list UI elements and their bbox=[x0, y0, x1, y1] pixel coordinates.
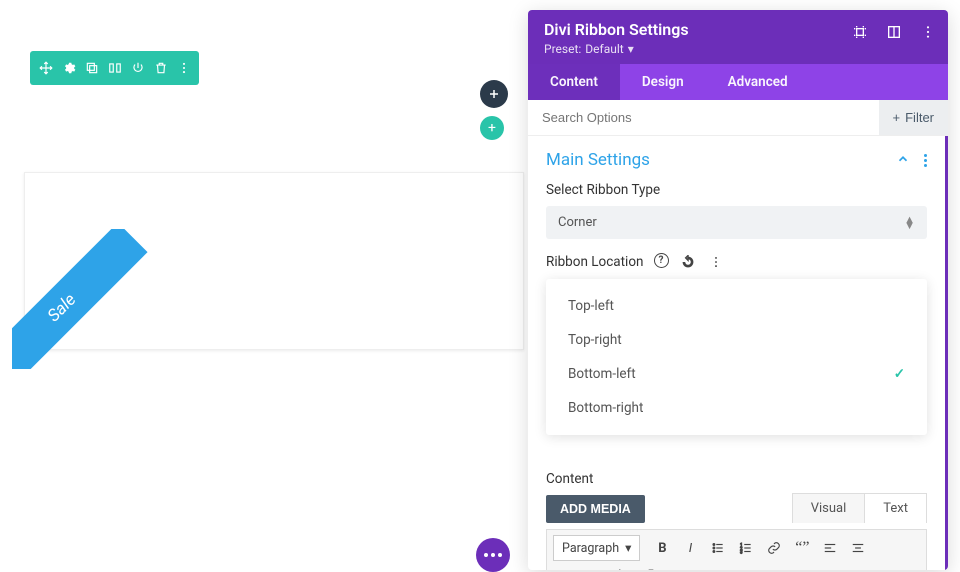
tab-advanced[interactable]: Advanced bbox=[706, 64, 810, 100]
chevron-down-icon: ▾ bbox=[628, 42, 634, 56]
ribbon-type-select[interactable]: Corner ▲▼ bbox=[546, 206, 927, 239]
search-row: + Filter bbox=[528, 100, 948, 136]
number-list-icon[interactable]: 123 bbox=[733, 535, 759, 561]
italic-icon[interactable]: I bbox=[677, 535, 703, 561]
option-bottom-left[interactable]: Bottom-left✓ bbox=[546, 357, 927, 391]
duplicate-icon[interactable] bbox=[80, 55, 103, 81]
outdent-icon[interactable] bbox=[694, 563, 720, 570]
chevron-down-icon: ▾ bbox=[625, 540, 631, 556]
preset-value: Default bbox=[585, 42, 623, 56]
svg-text:3: 3 bbox=[741, 549, 744, 554]
panel-kebab-icon[interactable] bbox=[920, 24, 936, 40]
ribbon-type-field: Select Ribbon Type Corner ▲▼ bbox=[528, 182, 945, 253]
chevron-up-icon[interactable] bbox=[896, 151, 910, 170]
align-center-icon[interactable] bbox=[845, 535, 871, 561]
content-label: Content bbox=[546, 471, 927, 487]
ribbon-type-label: Select Ribbon Type bbox=[546, 182, 927, 198]
ribbon-location-field: Ribbon Location ? Top-left Top-right Bot… bbox=[528, 253, 945, 449]
bullet-list-icon[interactable] bbox=[705, 535, 731, 561]
fab-more-button[interactable] bbox=[476, 538, 510, 572]
target-icon[interactable] bbox=[852, 24, 868, 40]
kebab-icon[interactable] bbox=[172, 55, 195, 81]
add-module-button[interactable]: + bbox=[480, 116, 504, 140]
quote-icon[interactable]: “” bbox=[789, 535, 815, 561]
tab-design[interactable]: Design bbox=[620, 64, 706, 100]
search-input[interactable] bbox=[528, 100, 879, 135]
panel-tabs: Content Design Advanced bbox=[528, 64, 948, 100]
underline-icon[interactable]: U bbox=[582, 563, 608, 570]
panel-body: Main Settings Select Ribbon Type Corner … bbox=[528, 136, 948, 570]
gear-icon[interactable] bbox=[57, 55, 80, 81]
editor-tab-text[interactable]: Text bbox=[865, 494, 926, 523]
plus-icon: + bbox=[893, 110, 901, 125]
ribbon-type-value: Corner bbox=[558, 215, 597, 230]
option-top-left[interactable]: Top-left bbox=[546, 289, 927, 323]
option-top-right[interactable]: Top-right bbox=[546, 323, 927, 357]
preset-selector[interactable]: Preset: Default ▾ bbox=[544, 42, 932, 56]
section-kebab-icon[interactable] bbox=[924, 154, 927, 167]
rich-text-toolbar: Paragraph▾ B I 123 “” ABC U A ▾ bbox=[546, 529, 927, 570]
filter-label: Filter bbox=[905, 110, 934, 125]
clear-format-icon[interactable] bbox=[666, 563, 692, 570]
ribbon-preview: Sale bbox=[12, 229, 152, 369]
option-bottom-right[interactable]: Bottom-right bbox=[546, 391, 927, 425]
section-main-settings[interactable]: Main Settings bbox=[528, 136, 945, 182]
tab-content[interactable]: Content bbox=[528, 64, 620, 100]
ribbon-label: Sale bbox=[12, 229, 148, 369]
content-field: Content ADD MEDIA Visual Text Paragraph▾… bbox=[528, 449, 945, 570]
filter-button[interactable]: + Filter bbox=[879, 100, 948, 135]
preset-label: Preset: bbox=[544, 42, 581, 56]
columns-icon[interactable] bbox=[103, 55, 126, 81]
bold-icon[interactable]: B bbox=[649, 535, 675, 561]
paste-icon[interactable] bbox=[638, 563, 664, 570]
help-icon[interactable]: ? bbox=[654, 253, 669, 268]
ribbon-location-dropdown: Top-left Top-right Bottom-left✓ Bottom-r… bbox=[546, 279, 927, 435]
strikethrough-icon[interactable]: ABC bbox=[554, 563, 580, 570]
fullscreen-icon[interactable] bbox=[750, 563, 776, 570]
panel-header: Divi Ribbon Settings Preset: Default ▾ bbox=[528, 10, 948, 64]
align-left-icon[interactable] bbox=[817, 535, 843, 561]
settings-panel: Divi Ribbon Settings Preset: Default ▾ C… bbox=[528, 10, 948, 570]
link-icon[interactable] bbox=[761, 535, 787, 561]
editor-mode-tabs: Visual Text bbox=[792, 493, 927, 523]
module-toolbar bbox=[30, 51, 199, 85]
power-icon[interactable] bbox=[126, 55, 149, 81]
expand-panel-icon[interactable] bbox=[886, 24, 902, 40]
check-icon: ✓ bbox=[894, 366, 905, 382]
reset-icon[interactable] bbox=[679, 253, 697, 271]
text-color-icon[interactable]: A ▾ bbox=[610, 563, 636, 570]
ribbon-location-label: Ribbon Location bbox=[546, 254, 644, 270]
field-kebab-icon[interactable] bbox=[707, 253, 725, 271]
format-selector[interactable]: Paragraph▾ bbox=[553, 535, 640, 561]
section-title: Main Settings bbox=[546, 150, 650, 170]
add-section-button[interactable] bbox=[480, 80, 508, 108]
indent-icon[interactable] bbox=[722, 563, 748, 570]
editor-tab-visual[interactable]: Visual bbox=[793, 494, 866, 523]
add-media-button[interactable]: ADD MEDIA bbox=[546, 495, 645, 523]
move-icon[interactable] bbox=[34, 55, 57, 81]
select-caret-icon: ▲▼ bbox=[904, 217, 915, 229]
trash-icon[interactable] bbox=[149, 55, 172, 81]
